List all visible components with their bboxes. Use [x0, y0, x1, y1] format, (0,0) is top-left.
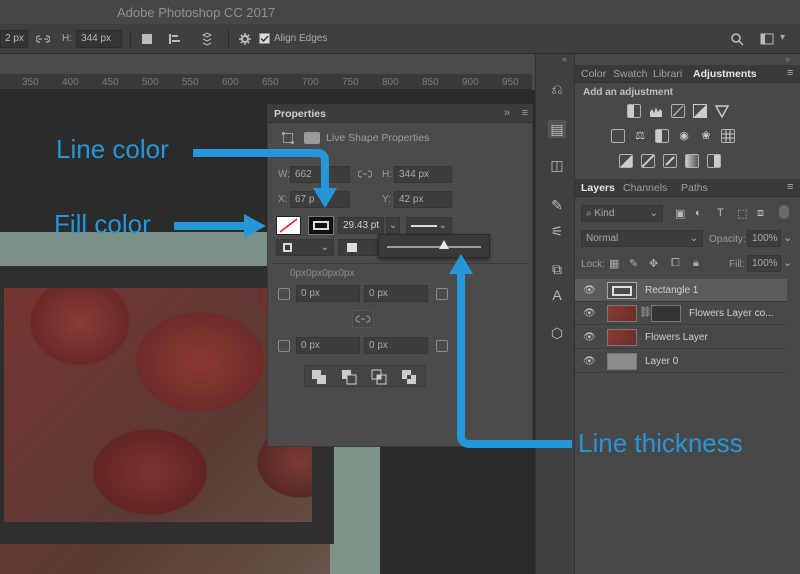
line-thickness-arrow — [457, 272, 572, 448]
line-color-arrow — [193, 149, 329, 190]
annotation-arrows — [174, 149, 572, 448]
line-color-annotation: Line color — [56, 134, 169, 164]
fill-color-annotation: Fill color — [54, 209, 151, 239]
arrowhead — [313, 188, 337, 208]
arrowhead — [449, 254, 473, 274]
arrowhead — [244, 214, 266, 238]
line-thickness-annotation: Line thickness — [578, 428, 743, 458]
